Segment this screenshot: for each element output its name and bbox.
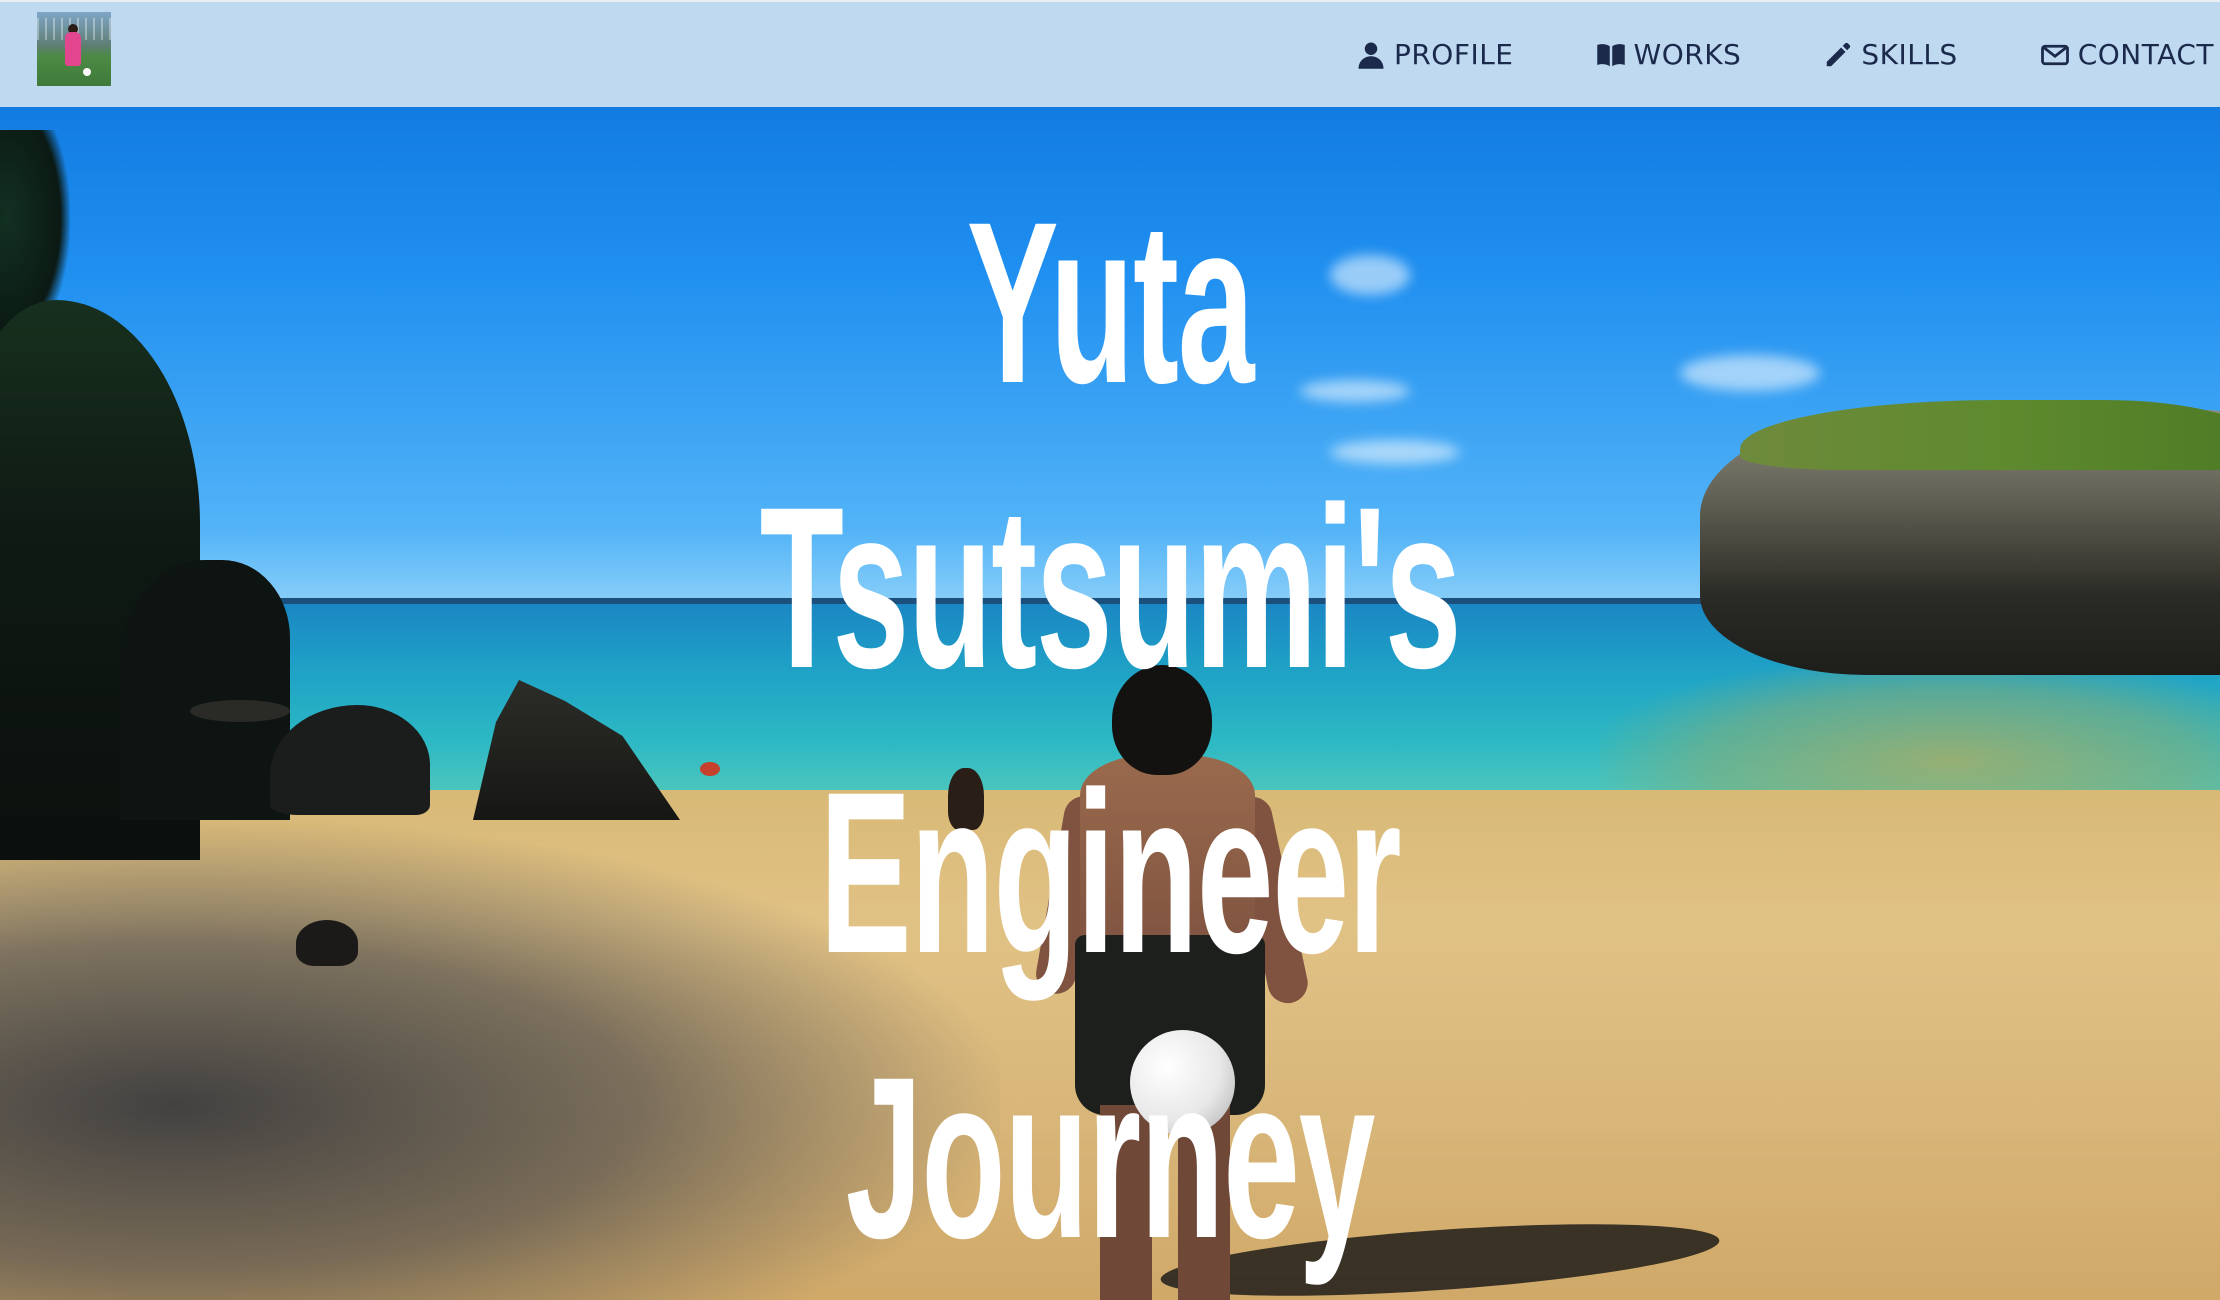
navbar: PROFILE WORKS SKILLS CONTACT	[0, 0, 2220, 107]
nav-item-label: CONTACT	[2077, 38, 2214, 71]
nav-item-label: PROFILE	[1393, 38, 1514, 71]
hero-title-line: Engineer	[819, 744, 1402, 1001]
hero-title-line: Yuta	[966, 174, 1255, 431]
nav-item-works[interactable]: WORKS	[1596, 38, 1742, 71]
logo-ball	[83, 68, 91, 76]
nav-item-profile[interactable]: PROFILE	[1356, 38, 1514, 71]
book-icon	[1596, 40, 1626, 70]
nav-item-skills[interactable]: SKILLS	[1823, 38, 1957, 71]
hero-title-line: Journey	[845, 1029, 1376, 1286]
envelope-icon	[2040, 40, 2070, 70]
pencil-icon	[1823, 40, 1853, 70]
hero-title-line: Tsutsumi's	[759, 459, 1462, 716]
user-icon	[1356, 40, 1386, 70]
nav-item-label: WORKS	[1633, 38, 1742, 71]
site-logo[interactable]	[37, 12, 111, 86]
main-nav: PROFILE WORKS SKILLS CONTACT	[1356, 2, 2214, 107]
nav-item-label: SKILLS	[1861, 38, 1958, 71]
nav-item-contact[interactable]: CONTACT	[2040, 38, 2214, 71]
logo-player	[65, 32, 81, 66]
hero-title: Yuta Tsutsumi's Engineer Journey	[0, 160, 2220, 1300]
page: PROFILE WORKS SKILLS CONTACT Yuta Tsutsu…	[0, 0, 2220, 1300]
